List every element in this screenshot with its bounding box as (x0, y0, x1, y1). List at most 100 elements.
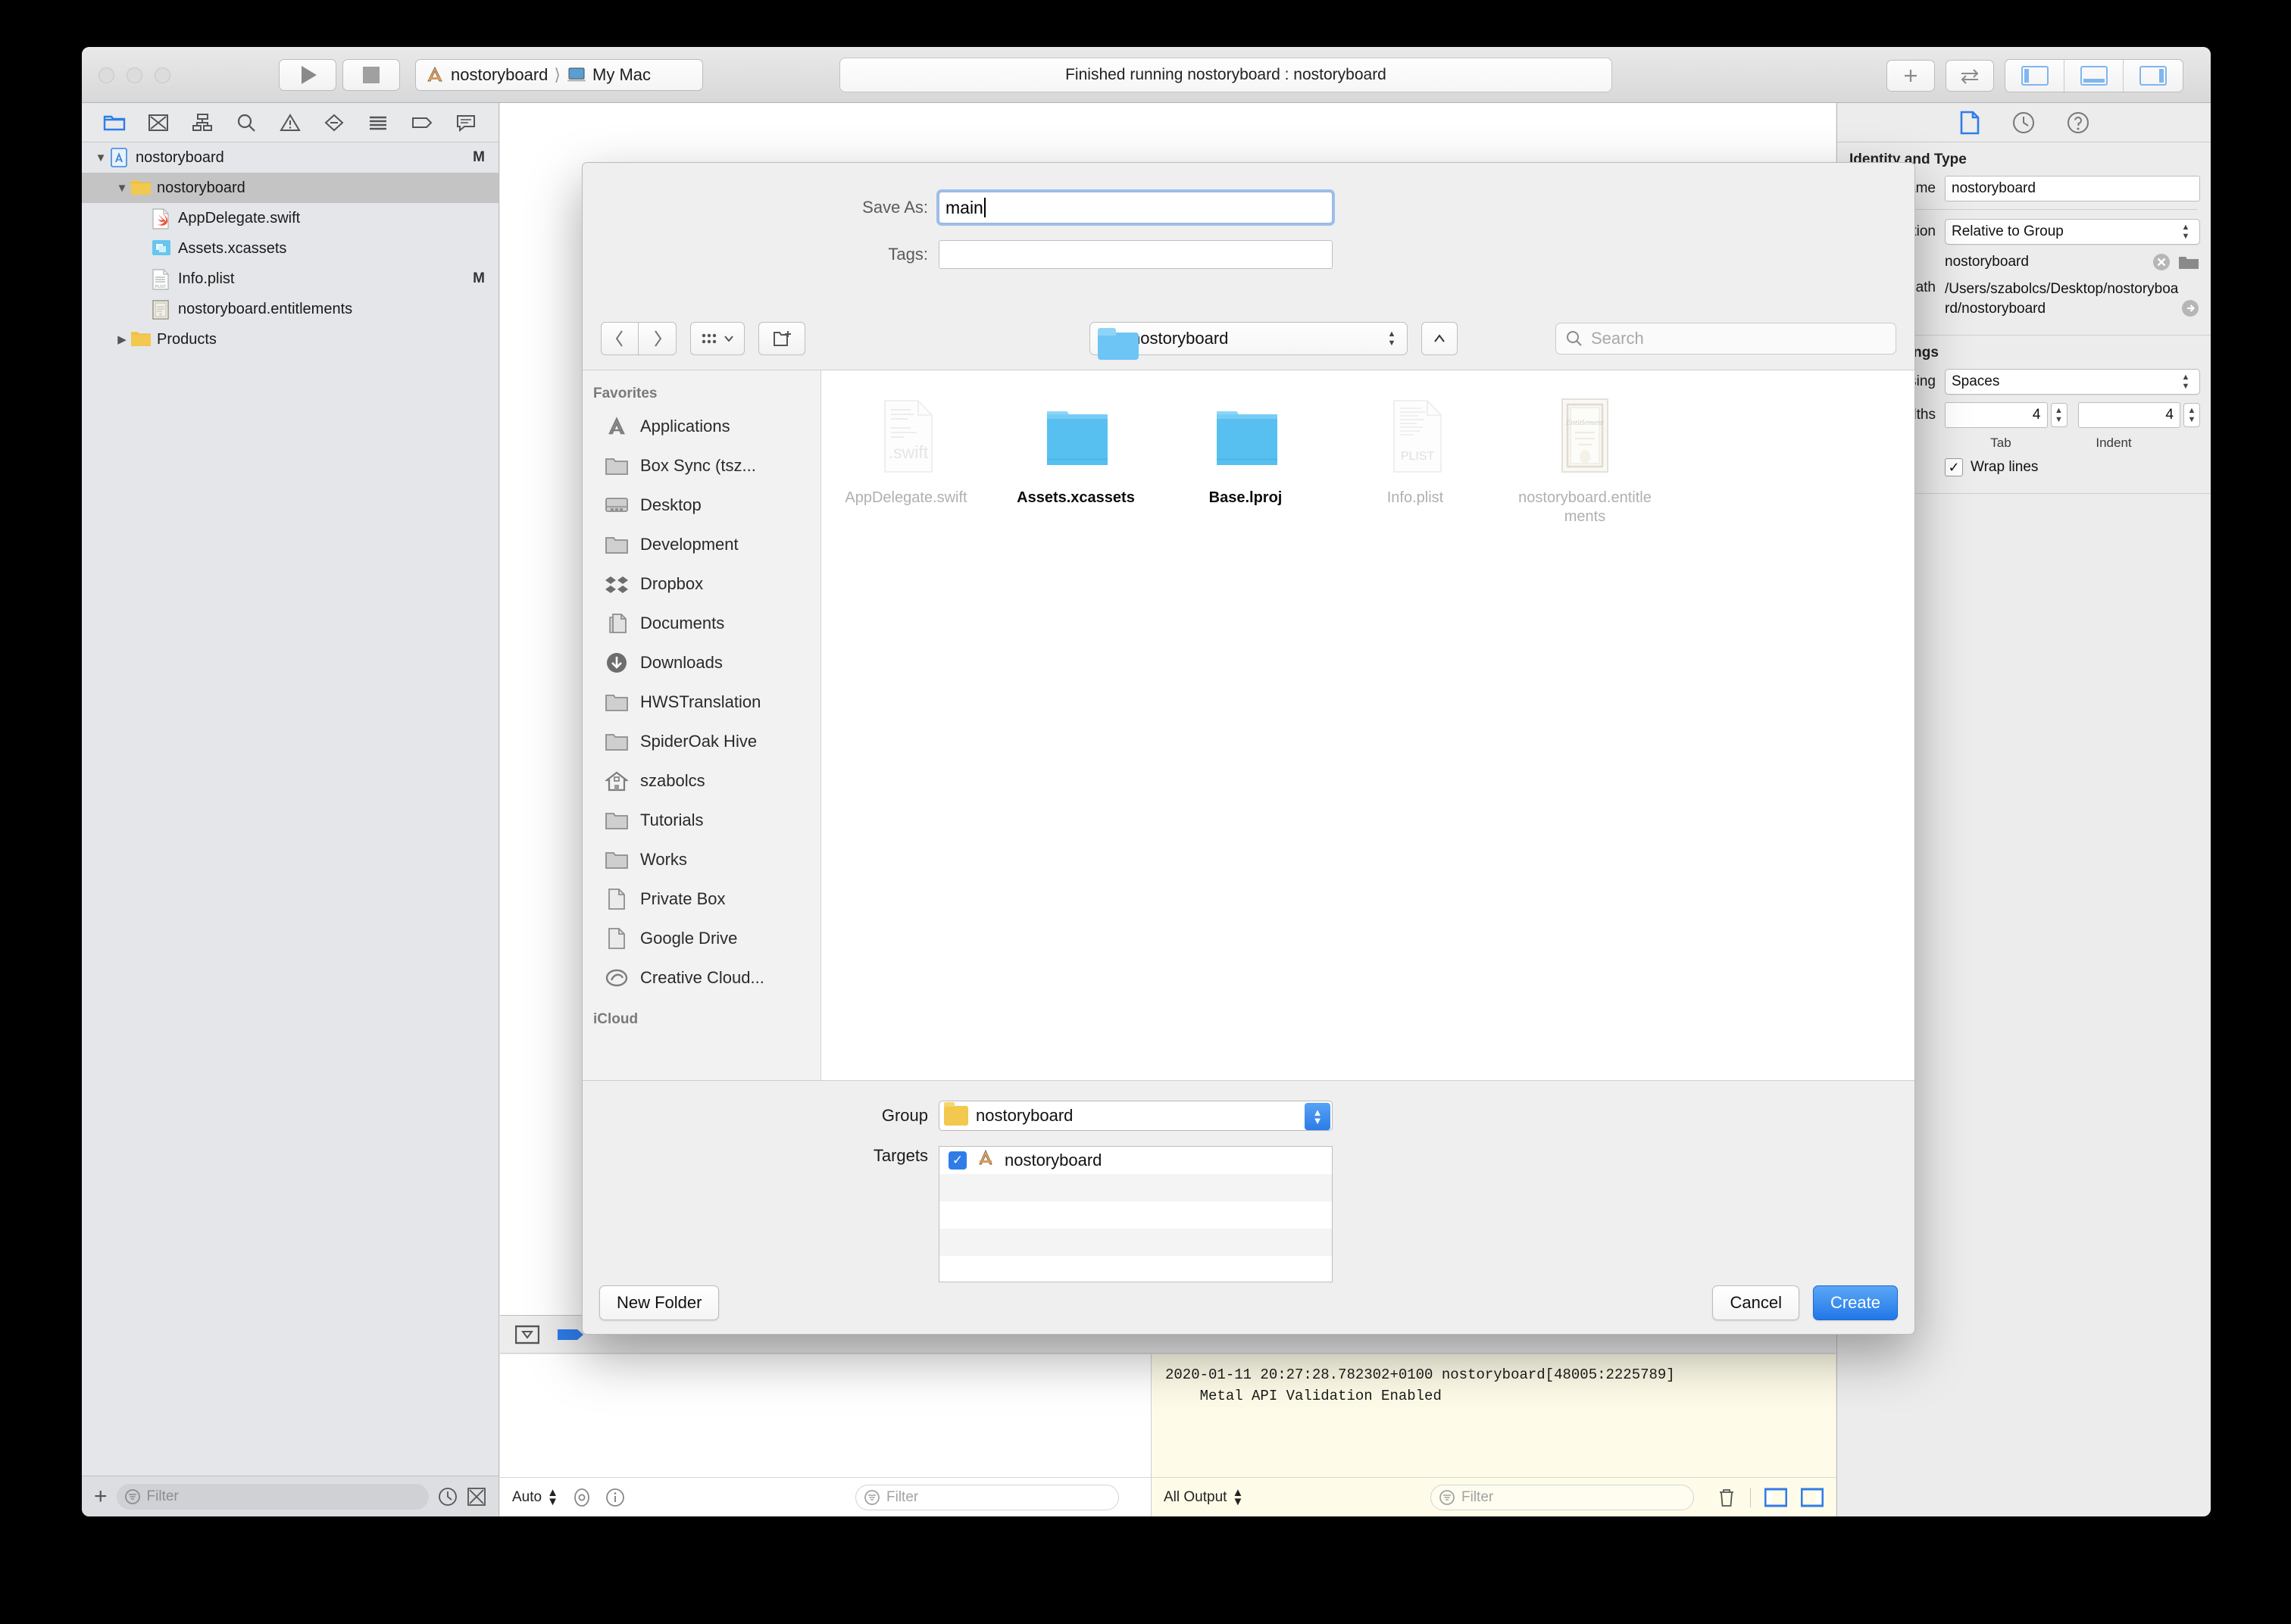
tags-input[interactable] (939, 240, 1333, 269)
indent-width-field[interactable]: 4 (2077, 402, 2180, 429)
variables-filter-input[interactable]: Filter (855, 1484, 1119, 1510)
sidebar-item-hwstranslation[interactable]: HWSTranslation (583, 682, 820, 722)
sidebar-item-box-sync-tsz[interactable]: Box Sync (tsz... (583, 446, 820, 486)
minimize-button[interactable] (127, 67, 142, 83)
documents-icon (609, 614, 627, 633)
new-folder-icon-button[interactable] (758, 321, 805, 355)
sidebar-item-works[interactable]: Works (583, 840, 820, 879)
navigator-row-nostoryboard-entitlements[interactable]: nostoryboard.entitlements (82, 294, 499, 324)
navigator-row-nostoryboard[interactable]: ▼ nostoryboard M (82, 142, 499, 173)
view-mode-button[interactable] (690, 321, 745, 355)
name-field[interactable]: nostoryboard (1945, 176, 2200, 201)
file-item[interactable]: PLIST Info.plist (1330, 389, 1500, 526)
show-variables-icon[interactable] (1764, 1488, 1787, 1507)
add-editor-button[interactable] (1886, 60, 1935, 92)
chevron-updown-icon[interactable]: ▲ ▼ (1305, 1103, 1330, 1130)
trash-icon[interactable] (1717, 1487, 1736, 1508)
navigator-row-assets-xcassets[interactable]: Assets.xcassets (82, 233, 499, 264)
tab-width-stepper[interactable]: ▲ ▼ (2050, 403, 2068, 428)
create-button[interactable]: Create (1812, 1285, 1898, 1320)
file-item[interactable]: Assets.xcassets (991, 389, 1161, 526)
back-button[interactable] (601, 321, 639, 355)
go-up-button[interactable] (1421, 321, 1458, 355)
run-button[interactable] (279, 59, 336, 91)
dialog-search-input[interactable]: Search (1555, 322, 1896, 354)
sidebar-item-dropbox[interactable]: Dropbox (583, 564, 820, 604)
indent-width-stepper[interactable]: ▲ ▼ (2183, 403, 2200, 428)
reveal-in-finder-icon[interactable] (2180, 298, 2200, 318)
forward-button[interactable] (639, 321, 677, 355)
sidebar-item-spideroak-hive[interactable]: SpiderOak Hive (583, 722, 820, 761)
toggle-inspector-button[interactable] (2124, 60, 2183, 92)
editor-options-button[interactable] (1946, 60, 1994, 92)
navigator-tab-project[interactable] (92, 107, 136, 139)
toggle-debug-button[interactable] (2064, 60, 2124, 92)
navigator-tab-source-control[interactable] (136, 107, 180, 139)
navigator-tab-test[interactable] (312, 107, 356, 139)
show-console-icon[interactable] (1801, 1488, 1824, 1507)
sidebar-item-creative-cloud[interactable]: Creative Cloud... (583, 958, 820, 998)
navigator-row-nostoryboard[interactable]: ▼ nostoryboard (82, 173, 499, 203)
history-inspector-icon[interactable] (2012, 111, 2035, 134)
sidebar-item-applications[interactable]: Applications (583, 407, 820, 446)
quick-help-icon[interactable] (2067, 111, 2089, 134)
file-inspector-icon[interactable] (1959, 111, 1980, 135)
location-popup[interactable]: Relative to Group ▲ ▼ (1945, 219, 2200, 245)
clear-location-icon[interactable] (2152, 252, 2171, 272)
target-row[interactable]: ✓ nostoryboard (939, 1147, 1332, 1174)
path-popup-button[interactable]: nostoryboard ▲ ▼ (1089, 321, 1408, 360)
cancel-button[interactable]: Cancel (1712, 1285, 1799, 1320)
navigator-row-appdelegate-swift[interactable]: AppDelegate.swift (82, 203, 499, 233)
file-item[interactable]: .swift AppDelegate.swift (821, 389, 991, 526)
folder-yellow-icon (130, 329, 151, 349)
save-as-input[interactable]: main (939, 192, 1333, 223)
file-item[interactable]: Base.lproj (1161, 389, 1330, 526)
choose-folder-icon[interactable] (2177, 252, 2200, 272)
targets-list[interactable]: ✓ nostoryboard (939, 1146, 1333, 1282)
variables-scope-popup[interactable]: Auto ▲ ▼ (512, 1487, 558, 1507)
new-folder-button[interactable]: New Folder (599, 1285, 720, 1320)
file-item-label: Info.plist (1386, 489, 1444, 506)
navigator-tab-find[interactable] (224, 107, 268, 139)
wrap-lines-checkbox[interactable]: ✓ (1945, 458, 1963, 477)
navigator-tab-issue[interactable] (268, 107, 312, 139)
recent-files-icon[interactable] (438, 1487, 458, 1507)
sidebar-item-private-box[interactable]: Private Box (583, 879, 820, 919)
navigator-tab-breakpoint[interactable] (400, 107, 444, 139)
navigator-filter-input[interactable]: Filter (116, 1483, 429, 1510)
tab-width-field[interactable]: 4 (1945, 402, 2048, 429)
hide-debug-icon[interactable] (515, 1325, 539, 1344)
source-control-filter-icon[interactable] (467, 1487, 486, 1507)
navigator-row-info-plist[interactable]: PLIST Info.plist M (82, 264, 499, 294)
toggle-navigator-button[interactable] (2005, 60, 2064, 92)
console-scope-popup[interactable]: All Output ▲ ▼ (1164, 1487, 1243, 1507)
indent-using-popup[interactable]: Spaces ▲ ▼ (1945, 369, 2200, 395)
navigator-tab-symbol[interactable] (180, 107, 224, 139)
disclosure-open-icon[interactable]: ▼ (92, 151, 109, 164)
stop-button[interactable] (342, 59, 400, 91)
console-filter-input[interactable]: Filter (1430, 1484, 1694, 1510)
file-item[interactable]: Entitlement nostoryboard.entitlements (1500, 389, 1670, 526)
eye-icon[interactable] (572, 1488, 592, 1507)
navigator-tab-debug[interactable] (356, 107, 400, 139)
scheme-selector[interactable]: nostoryboard ⟩ My Mac (415, 59, 703, 91)
navigator-tab-report[interactable] (444, 107, 488, 139)
sidebar-item-google-drive[interactable]: Google Drive (583, 919, 820, 958)
close-button[interactable] (98, 67, 114, 83)
navigator-filter-placeholder: Filter (146, 1488, 179, 1504)
disclosure-open-icon[interactable]: ▼ (114, 182, 130, 195)
sidebar-item-downloads[interactable]: Downloads (583, 643, 820, 682)
sidebar-item-development[interactable]: Development (583, 525, 820, 564)
group-popup-button[interactable]: nostoryboard ▲ ▼ (939, 1101, 1333, 1131)
info-icon[interactable] (605, 1488, 625, 1507)
sidebar-item-szabolcs[interactable]: szabolcs (583, 761, 820, 801)
sidebar-item-documents[interactable]: Documents (583, 604, 820, 643)
favorites-header: Favorites (593, 386, 658, 401)
target-checkbox[interactable]: ✓ (949, 1151, 967, 1170)
sidebar-item-tutorials[interactable]: Tutorials (583, 801, 820, 840)
navigator-row-products[interactable]: ▶ Products (82, 324, 499, 354)
zoom-button[interactable] (155, 67, 170, 83)
sidebar-item-desktop[interactable]: Desktop (583, 486, 820, 525)
disclosure-closed-icon[interactable]: ▶ (114, 333, 130, 346)
add-file-button[interactable]: + (94, 1484, 108, 1510)
